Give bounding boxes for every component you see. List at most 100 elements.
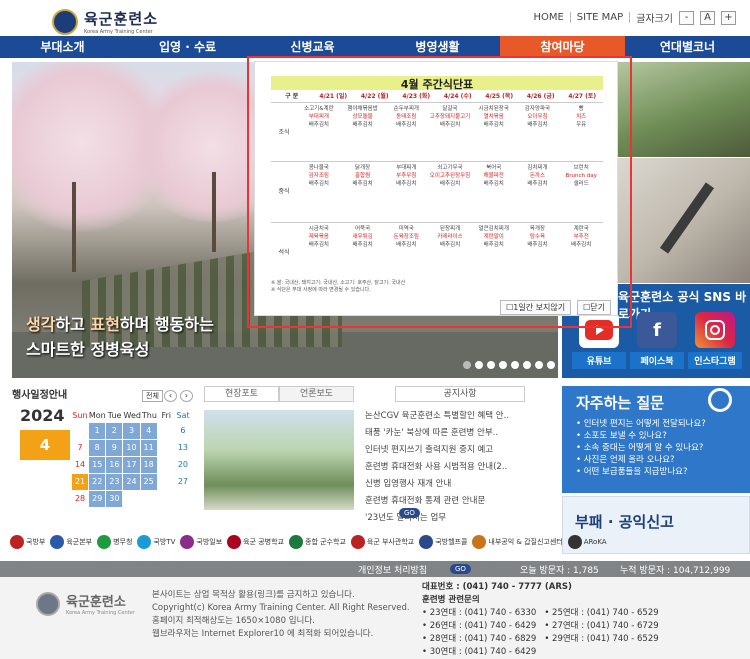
partner-link[interactable]: 병무청 (97, 535, 132, 549)
calendar-day[interactable]: 12 (157, 440, 174, 456)
partner-link[interactable]: 국방TV (137, 535, 175, 549)
sitemap-link[interactable]: SITE MAP (577, 12, 623, 23)
pager-dot[interactable] (487, 361, 495, 369)
schedule-all-button[interactable]: 전체 (142, 390, 163, 402)
partner-link[interactable]: ARoKA (567, 535, 607, 549)
partner-link[interactable]: 국방일보 (180, 535, 222, 549)
sns-facebook[interactable]: f 페이스북 (630, 312, 684, 369)
nav-item-training[interactable]: 신병교육 (250, 36, 375, 58)
calendar-day[interactable]: 8 (89, 440, 106, 456)
logo-title: 육군훈련소 (84, 10, 159, 28)
calendar-day[interactable]: 1 (89, 423, 106, 439)
calendar-day[interactable]: 17 (123, 457, 140, 473)
pager-dot[interactable] (511, 361, 519, 369)
partner-link[interactable]: 국방헬프콜 (419, 535, 467, 549)
footer-bar: 개인정보 처리방침 GO 오늘 방문자 : 1,785 누적 방문자 : 104… (0, 561, 750, 577)
field-photo-image[interactable] (204, 410, 354, 510)
calendar-day[interactable]: 22 (89, 474, 106, 490)
notice-item[interactable]: 논산CGV 육군훈련소 특별할인 혜택 안.. (365, 408, 509, 425)
partner-label: 국방일보 (196, 538, 223, 546)
font-size-label: 글자크기 (636, 14, 673, 25)
pager-dot[interactable] (523, 361, 531, 369)
faq-item[interactable]: • 소포도 보낼 수 있나요? (576, 430, 706, 442)
faq-item[interactable]: • 소속 중대는 어떻게 알 수 있나요? (576, 442, 706, 454)
nav-item-about[interactable]: 부대소개 (0, 36, 125, 58)
nav-item-barracks[interactable]: 병영생활 (375, 36, 500, 58)
calendar-day[interactable]: 19 (157, 457, 174, 473)
notice-item[interactable]: 훈련병 휴대전화 통제 관련 안내문 (365, 493, 509, 510)
notice-item[interactable]: '23년도 달라지는 업무 (365, 510, 509, 527)
calendar-day[interactable]: 23 (106, 474, 123, 490)
notice-item[interactable]: 신병 입영행사 재개 안내 (365, 476, 509, 493)
calendar-day[interactable]: 9 (106, 440, 123, 456)
pager-dot[interactable] (475, 361, 483, 369)
faq-item-label: 소속 중대는 어떻게 알 수 있나요? (583, 443, 704, 453)
pager-dot[interactable] (499, 361, 507, 369)
calendar-day[interactable]: 16 (106, 457, 123, 473)
home-link[interactable]: HOME (533, 12, 563, 23)
calendar-day[interactable]: 18 (140, 457, 157, 473)
calendar-day[interactable]: 28 (72, 491, 89, 507)
pager-dot[interactable] (463, 361, 471, 369)
next-month-icon[interactable]: › (180, 390, 193, 402)
partner-logo-icon (10, 535, 24, 549)
notice-item[interactable]: 훈련병 휴대전화 사용 시범적용 안내(2.. (365, 459, 509, 476)
calendar-day[interactable]: 7 (72, 440, 89, 456)
calendar-day[interactable]: 3 (123, 423, 140, 439)
bullet-icon: • (576, 419, 584, 429)
calendar-day[interactable]: 15 (89, 457, 106, 473)
calendar-day[interactable]: 30 (106, 491, 123, 507)
tab-notice[interactable]: 공지사항 (395, 386, 525, 402)
pager-dot[interactable] (547, 361, 555, 369)
font-increase-button[interactable]: + (721, 10, 736, 25)
calendar-day[interactable]: 14 (72, 457, 89, 473)
font-decrease-button[interactable]: - (679, 10, 694, 25)
faq-item-label: 사진은 언제 올라 오나요? (583, 455, 675, 465)
partner-link[interactable]: 종합 군수학교 (289, 535, 346, 549)
calendar-day[interactable]: 25 (140, 474, 157, 490)
calendar-day[interactable]: 29 (89, 491, 106, 507)
partner-link[interactable]: 육군본부 (50, 535, 92, 549)
calendar-day[interactable]: 5 (157, 423, 174, 439)
sns-label: 인스타그램 (688, 352, 742, 369)
font-reset-button[interactable]: A (700, 10, 715, 25)
site-logo[interactable]: 육군훈련소 Korea Army Training Center (52, 8, 158, 35)
privacy-policy-link[interactable]: 개인정보 처리방침 (358, 563, 427, 576)
nav-item-regiment[interactable]: 연대별코너 (625, 36, 750, 58)
faq-item[interactable]: • 어떤 보급품들을 지급받나요? (576, 466, 706, 478)
calendar-day[interactable]: 13 (174, 440, 191, 456)
calendar-day[interactable]: 24 (123, 474, 140, 490)
slogan-word: 표현 (90, 315, 120, 334)
weekday-label: Sat (176, 411, 190, 420)
partner-link[interactable]: 국방부 (10, 535, 45, 549)
prev-month-icon[interactable]: ‹ (164, 390, 177, 402)
partner-link[interactable]: 내부공익 & 갑질신고센터 (472, 535, 563, 549)
faq-item[interactable]: • 사진은 언제 올라 오나요? (576, 454, 706, 466)
contact-item: • 28연대 : (041) 740 - 6829 (422, 634, 537, 644)
calendar-day[interactable]: 10 (123, 440, 140, 456)
nav-item-enlist[interactable]: 입영 · 수료 (125, 36, 250, 58)
search-icon[interactable] (708, 388, 732, 412)
faq-item[interactable]: • 인터넷 편지는 어떻게 전달되나요? (576, 418, 706, 430)
tab-press[interactable]: 언론보도 (279, 386, 354, 402)
pager-dot[interactable] (535, 361, 543, 369)
calendar-day[interactable]: 20 (174, 457, 191, 473)
calendar-day[interactable]: 11 (140, 440, 157, 456)
notice-item[interactable]: 태풍 '카눈' 북상에 따른 훈련병 안부.. (365, 425, 509, 442)
nav-item-participation[interactable]: 참여마당 (500, 36, 625, 58)
notice-go-button[interactable]: GO (399, 508, 420, 518)
partner-link[interactable]: 육군 공병학교 (227, 535, 284, 549)
calendar-day (123, 491, 140, 507)
partner-link[interactable]: 육군 부사관학교 (350, 535, 414, 549)
sns-instagram[interactable]: 인스타그램 (688, 312, 742, 369)
calendar-day[interactable]: 2 (106, 423, 123, 439)
notice-item[interactable]: 인터넷 편지쓰기 출력지원 중지 예고 (365, 442, 509, 459)
calendar-day[interactable]: 6 (174, 423, 191, 439)
calendar-day[interactable]: 27 (174, 474, 191, 490)
calendar-day[interactable]: 4 (140, 423, 157, 439)
calendar-day[interactable]: 21 (72, 474, 89, 490)
report-banner-text: 부패 · 공익신고 (575, 513, 674, 531)
privacy-go-button[interactable]: GO (450, 564, 471, 574)
calendar-day[interactable]: 26 (157, 474, 174, 490)
tab-field-photo[interactable]: 현장포토 (204, 386, 279, 402)
